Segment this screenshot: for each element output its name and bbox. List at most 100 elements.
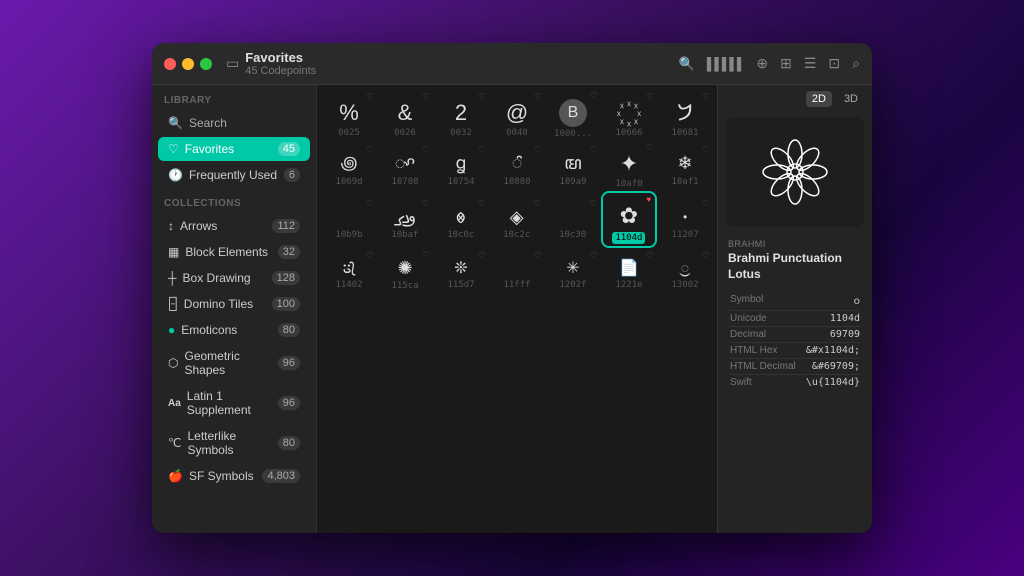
heart-icon: ♡ — [702, 145, 709, 154]
grid-cell-1069d[interactable]: ♡ ꩜ 1069d — [321, 143, 377, 189]
grid-row: ♡ % 0025 ♡ & 0026 ♡ 2 0032 — [321, 89, 713, 141]
sidebar-item-latin1[interactable]: Aa Latin 1 Supplement 96 — [158, 384, 310, 422]
sidebar-item-box-drawing[interactable]: ┼ Box Drawing 128 — [158, 266, 310, 290]
grid-cell-10af1[interactable]: ♡ ❄ 10af1 — [657, 143, 713, 189]
titlebar-center: Favorites 45 Codepoints — [245, 50, 678, 77]
grid-cell-10b9b[interactable]: ♡ ꫸ 10b9b — [321, 197, 377, 243]
sidebar-frequently-used[interactable]: 🕐 Frequently Used 6 — [158, 163, 310, 187]
grid-scroll[interactable]: ♡ % 0025 ♡ & 0026 ♡ 2 0032 — [317, 85, 717, 533]
grid-icon[interactable]: ⊞ — [780, 55, 792, 72]
grid-cell-0025[interactable]: ♡ % 0025 — [321, 90, 377, 140]
cell-code: 11fff — [503, 280, 530, 290]
toggle-3d-button[interactable]: 3D — [838, 91, 864, 107]
main-window: ▭ Favorites 45 Codepoints 🔍 ▌▌▌▌▌ ⊕ ⊞ ☰ … — [152, 43, 872, 533]
decimal-val: 69709 — [830, 329, 860, 340]
grid-cell-10c30[interactable]: ♡ 𐵰 10c30 — [545, 197, 601, 243]
emoticon-icon: ● — [168, 323, 175, 337]
search-label: Search — [189, 116, 300, 130]
cell-symbol: % — [339, 100, 359, 126]
latin-count: 96 — [278, 396, 300, 410]
grid-cell-0032[interactable]: ♡ 2 0032 — [433, 90, 489, 140]
sidebar-favorites[interactable]: ♡ Favorites 45 — [158, 137, 310, 161]
cell-symbol: ✳ — [566, 259, 579, 278]
close-button[interactable] — [164, 58, 176, 70]
grid-cell-1202f[interactable]: ♡ ✳ 1202f — [545, 249, 601, 292]
heart-icon: ♡ — [646, 251, 653, 260]
sidebar-item-emoticons[interactable]: ● Emoticons 80 — [158, 318, 310, 342]
panel-row-html-dec: HTML Decimal &#69709; — [730, 359, 860, 375]
heart-icon: ♡ — [534, 251, 541, 260]
sidebar-item-letterlike[interactable]: ℃ Letterlike Symbols 80 — [158, 424, 310, 462]
window-title-group: Favorites 45 Codepoints — [245, 50, 316, 77]
grid-cell-10754[interactable]: ♡ ꬶ 10754 — [433, 143, 489, 189]
cell-code: 10af0 — [615, 179, 642, 189]
grid-cell-11402[interactable]: ♡ 𑈂 11402 — [321, 249, 377, 292]
grid-cell-10af0[interactable]: ♡ ✦ 10af0 — [601, 141, 657, 191]
toggle-2d-button[interactable]: 2D — [806, 91, 832, 107]
grid-cell-10880[interactable]: ♡ ꢶ 10880 — [489, 143, 545, 189]
grid-cell-115ca[interactable]: ♡ ✺ 115ca — [377, 248, 433, 294]
maximize-button[interactable] — [200, 58, 212, 70]
cell-symbol: ꢶ — [512, 153, 523, 175]
symbol-key: Symbol — [730, 294, 763, 308]
panel-toggle: 2D 3D — [718, 85, 872, 113]
sidebar-search[interactable]: 🔍 Search — [158, 111, 310, 135]
grid-cell-13002[interactable]: ♡ 𑨂 13002 — [657, 249, 713, 292]
grid-cell-0040[interactable]: ♡ @ 0040 — [489, 90, 545, 140]
list-icon[interactable]: ☰ — [804, 55, 817, 72]
cell-symbol: ❊ — [454, 259, 467, 278]
grid-cell-10baf[interactable]: ♡ 𐮯 10baf — [377, 197, 433, 243]
cell-code: 10666 — [615, 128, 642, 138]
domino-label: Domino Tiles — [184, 297, 266, 311]
domino-count: 100 — [272, 297, 300, 311]
grid-cell-10708[interactable]: ♡ ꨳ 10708 — [377, 143, 433, 189]
grid-cell-1104d[interactable]: ♥ ✿ 1104d — [601, 191, 658, 247]
split-icon[interactable]: ⊡ — [828, 55, 840, 72]
grid-cell-0026[interactable]: ♡ & 0026 — [377, 90, 433, 140]
cell-code: 10880 — [503, 177, 530, 187]
cell-symbol: 𑨂 — [680, 259, 690, 278]
waveform-icon[interactable]: ▌▌▌▌▌ — [707, 57, 745, 71]
frequently-used-label: Frequently Used — [189, 168, 278, 182]
domino-icon: 🁣 — [168, 297, 178, 311]
grid-cell-1221e[interactable]: ♡ 📄 1221e — [601, 249, 657, 292]
zoom-icon[interactable]: ⊕ — [756, 55, 768, 72]
cell-code: 1000... — [554, 129, 592, 139]
heart-icon: ♡ — [478, 199, 485, 208]
grid-cell-11207[interactable]: ♡ 𑇇 11207 — [657, 197, 713, 243]
sidebar-item-block-elements[interactable]: ▦ Block Elements 32 — [158, 240, 310, 264]
sidebar-item-geometric[interactable]: ⬡ Geometric Shapes 96 — [158, 344, 310, 382]
grid-cell-109a9[interactable]: ♡ ꦩ 109a9 — [545, 143, 601, 189]
panel-search-icon[interactable]: ⌕ — [852, 55, 860, 72]
symbol-val: 𑄤 — [854, 294, 860, 308]
cell-symbol: @ — [506, 100, 528, 126]
grid-cell-10c2c[interactable]: ♡ ◈ 10c2c — [489, 197, 545, 243]
cell-code: 11402 — [335, 280, 362, 290]
cell-symbol: B — [559, 99, 587, 127]
heart-icon: ♡ — [478, 251, 485, 260]
panel-row-symbol: Symbol 𑄤 — [730, 292, 860, 311]
sidebar-toggle-icon[interactable]: ▭ — [226, 55, 239, 72]
heart-icon: ♡ — [534, 92, 541, 101]
grid-cell-10681[interactable]: ♡ 𐡁 10681 — [657, 90, 713, 140]
grid-area: ♡ % 0025 ♡ & 0026 ♡ 2 0032 — [317, 85, 717, 533]
sidebar-item-domino[interactable]: 🁣 Domino Tiles 100 — [158, 292, 310, 316]
symbol-preview-area — [726, 117, 864, 227]
grid-cell-115d7[interactable]: ♡ ❊ 115d7 — [433, 249, 489, 292]
heart-icon: ♡ — [366, 92, 373, 101]
sidebar-item-sf[interactable]: 🍎 SF Symbols 4,803 — [158, 464, 310, 488]
cell-symbol: 𑇇 — [682, 207, 689, 229]
sidebar-item-arrows[interactable]: ↕ Arrows 112 — [158, 214, 310, 238]
grid-cell-10666[interactable]: ♡ ꙰ 10666 — [601, 90, 657, 140]
preview-symbol-svg — [760, 137, 830, 207]
minimize-button[interactable] — [182, 58, 194, 70]
cell-code: 115d7 — [447, 280, 474, 290]
grid-cell-10c0c[interactable]: ♡ 𐳌 10c0c — [433, 197, 489, 243]
grid-cell-1000[interactable]: ♡ B 1000... — [545, 89, 601, 141]
main-content: Library 🔍 Search ♡ Favorites 45 🕐 Freque… — [152, 85, 872, 533]
search-icon[interactable]: 🔍 — [679, 56, 695, 72]
grid-cell-11fff[interactable]: ♡ 𑙿 11fff — [489, 249, 545, 292]
cell-code: 11207 — [672, 230, 699, 240]
cell-symbol: ꦩ — [564, 153, 581, 175]
grid-row: ♡ ꫸ 10b9b ♡ 𐮯 10baf ♡ 𐳌 10c0c — [321, 191, 713, 247]
